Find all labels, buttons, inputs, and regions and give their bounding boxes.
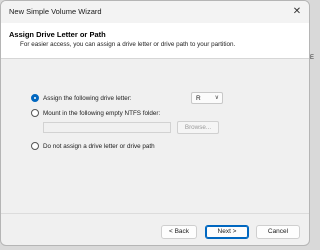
cancel-button[interactable]: Cancel (256, 225, 300, 239)
drive-letter-value: R (196, 95, 201, 102)
page-subtitle: For easier access, you can assign a driv… (20, 41, 236, 48)
no-letter-radio[interactable] (31, 142, 39, 150)
chevron-down-icon: ∨ (214, 95, 219, 101)
wizard-window: New Simple Volume Wizard ✕ Assign Drive … (0, 0, 310, 246)
title-bar[interactable]: New Simple Volume Wizard ✕ (1, 1, 309, 23)
background-window-text: E (310, 55, 315, 61)
no-letter-option[interactable]: Do not assign a drive letter or drive pa… (31, 140, 155, 152)
page-title: Assign Drive Letter or Path (9, 30, 106, 39)
no-letter-label: Do not assign a drive letter or drive pa… (43, 142, 155, 150)
drive-letter-select[interactable]: R ∨ (191, 92, 223, 104)
window-title: New Simple Volume Wizard (9, 7, 102, 16)
assign-letter-option[interactable]: Assign the following drive letter: (31, 92, 132, 104)
mount-folder-option[interactable]: Mount in the following empty NTFS folder… (31, 107, 160, 119)
footer-divider (1, 213, 309, 214)
wizard-header: Assign Drive Letter or Path For easier a… (1, 23, 309, 59)
assign-letter-radio[interactable] (31, 94, 39, 102)
assign-letter-label: Assign the following drive letter: (43, 94, 132, 102)
mount-folder-radio[interactable] (31, 109, 39, 117)
browse-button[interactable]: Browse... (177, 121, 219, 134)
folder-path-input[interactable] (43, 122, 171, 133)
next-button[interactable]: Next > (205, 225, 249, 239)
mount-folder-label: Mount in the following empty NTFS folder… (43, 109, 161, 117)
close-icon[interactable]: ✕ (289, 4, 305, 20)
back-button[interactable]: < Back (161, 225, 197, 239)
